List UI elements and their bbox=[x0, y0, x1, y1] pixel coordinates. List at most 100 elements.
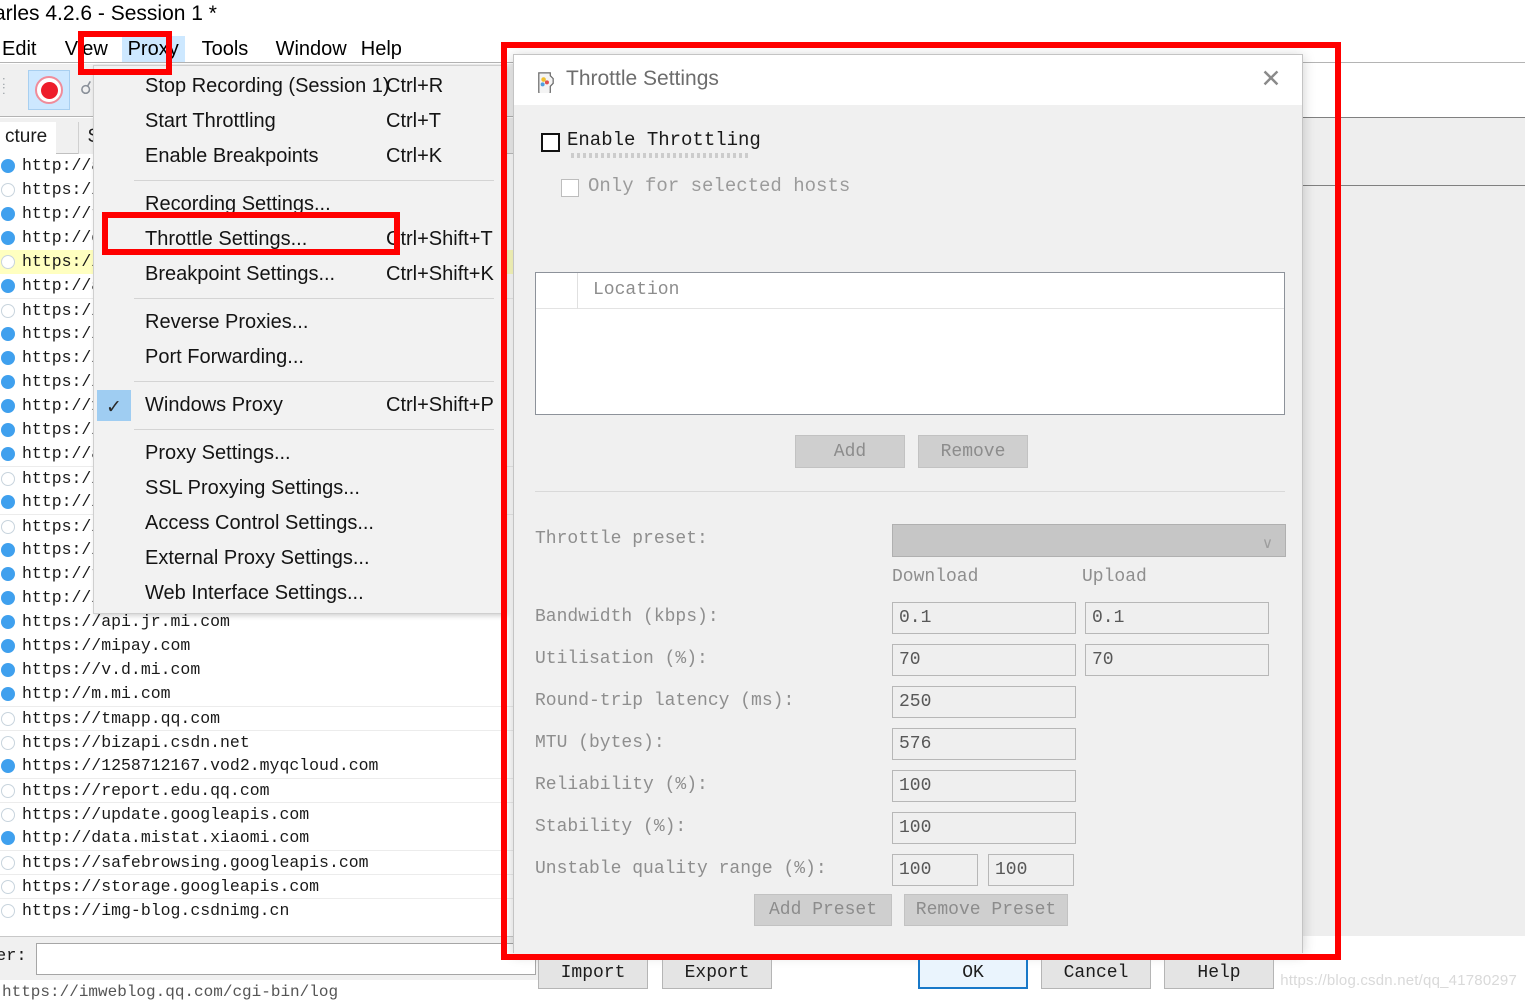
request-url: https://storage.googleapis.com bbox=[22, 877, 320, 896]
request-row[interactable]: https://tmapp.qq.com bbox=[0, 706, 548, 730]
request-row[interactable]: https://safebrowsing.googleapis.com bbox=[0, 850, 548, 874]
menu-help[interactable]: Help bbox=[355, 36, 408, 62]
filter-input[interactable] bbox=[36, 943, 536, 975]
request-row[interactable]: https://v.d.mi.com bbox=[0, 658, 548, 682]
request-row[interactable]: http://data.mistat.xiaomi.com bbox=[0, 826, 548, 850]
charles-jug-icon bbox=[538, 72, 554, 93]
tab-cture[interactable]: cture bbox=[0, 122, 57, 154]
request-status-icon bbox=[1, 567, 15, 581]
field-label: Unstable quality range (%): bbox=[535, 859, 827, 879]
remove-location-button[interactable]: Remove bbox=[918, 435, 1028, 468]
menu-item-proxy-settings[interactable]: Proxy Settings... bbox=[94, 436, 504, 471]
request-status-icon bbox=[1, 880, 15, 894]
field-upload-input[interactable]: 0.1 bbox=[1085, 602, 1269, 634]
request-status-icon bbox=[1, 375, 15, 389]
menu-item-throttle-settings[interactable]: Throttle Settings... Ctrl+Shift+T bbox=[94, 222, 504, 257]
field-download-input[interactable]: 576 bbox=[892, 728, 1076, 760]
menu-item-enable-breakpoints[interactable]: Enable Breakpoints Ctrl+K bbox=[94, 139, 504, 174]
remove-preset-button[interactable]: Remove Preset bbox=[904, 894, 1068, 926]
field-download-input[interactable]: 70 bbox=[892, 644, 1076, 676]
field-download-input[interactable]: 250 bbox=[892, 686, 1076, 718]
close-icon[interactable]: ✕ bbox=[1256, 65, 1286, 95]
filter-label: er: bbox=[0, 947, 27, 966]
field-download-input[interactable]: 100 bbox=[892, 812, 1076, 844]
request-row[interactable]: https://bizapi.csdn.net bbox=[0, 730, 548, 754]
add-location-button[interactable]: Add bbox=[795, 435, 905, 468]
request-row[interactable]: https://storage.googleapis.com bbox=[0, 874, 548, 898]
menu-item-label: Web Interface Settings... bbox=[145, 582, 364, 604]
request-url: https://v.d.mi.com bbox=[22, 660, 201, 679]
only-selected-hosts-checkbox[interactable] bbox=[561, 179, 579, 197]
proxy-dropdown-menu[interactable]: Stop Recording (Session 1) Ctrl+R Start Th… bbox=[93, 65, 505, 614]
request-url: https://img-blog.csdnimg.cn bbox=[22, 901, 290, 920]
request-status-icon bbox=[1, 183, 15, 197]
menu-separator bbox=[134, 429, 494, 430]
menu-item-breakpoint-settings[interactable]: Breakpoint Settings... Ctrl+Shift+K bbox=[94, 257, 504, 292]
request-status-icon bbox=[1, 615, 15, 629]
enable-throttling-label: Enable Throttling bbox=[567, 129, 761, 151]
request-status-icon bbox=[1, 808, 15, 822]
request-url: https://bizapi.csdn.net bbox=[22, 733, 250, 752]
column-header-location: Location bbox=[593, 280, 680, 300]
enable-throttling-checkbox[interactable] bbox=[541, 133, 560, 152]
request-status-icon bbox=[1, 831, 15, 845]
request-status-icon bbox=[1, 399, 15, 413]
field-upload-input[interactable]: 100 bbox=[988, 854, 1074, 886]
cancel-button[interactable]: Cancel bbox=[1041, 956, 1151, 989]
menu-edit[interactable]: Edit bbox=[0, 36, 42, 62]
add-preset-button[interactable]: Add Preset bbox=[754, 894, 892, 926]
request-status-icon bbox=[1, 591, 15, 605]
request-status-icon bbox=[1, 351, 15, 365]
menu-proxy[interactable]: Proxy bbox=[121, 36, 185, 62]
menu-item-recording-settings[interactable]: Recording Settings... bbox=[94, 187, 504, 222]
request-status-icon bbox=[1, 327, 15, 341]
field-label: Stability (%): bbox=[535, 817, 687, 837]
menu-item-windows-proxy[interactable]: ✓ Windows Proxy Ctrl+Shift+P bbox=[94, 388, 504, 423]
throttle-preset-select[interactable]: ∨ bbox=[892, 524, 1286, 557]
help-button[interactable]: Help bbox=[1164, 956, 1274, 989]
menu-separator bbox=[134, 298, 494, 299]
request-status-icon bbox=[1, 736, 15, 750]
field-download-input[interactable]: 100 bbox=[892, 770, 1076, 802]
request-status-icon bbox=[1, 159, 15, 173]
record-dot bbox=[40, 81, 58, 99]
field-download-input[interactable]: 0.1 bbox=[892, 602, 1076, 634]
request-row[interactable]: https://report.edu.qq.com bbox=[0, 778, 548, 802]
import-button[interactable]: Import bbox=[538, 956, 648, 989]
menu-item-shortcut: Ctrl+K bbox=[386, 145, 443, 167]
menu-window[interactable]: Window bbox=[270, 36, 353, 62]
request-row[interactable]: http://m.mi.com bbox=[0, 682, 548, 706]
request-row[interactable]: https://mipay.com bbox=[0, 634, 548, 658]
request-status-icon bbox=[1, 639, 15, 653]
export-button[interactable]: Export bbox=[662, 956, 772, 989]
request-status-icon bbox=[1, 495, 15, 509]
menu-item-label: Access Control Settings... bbox=[145, 512, 374, 534]
filter-bar: er: bbox=[0, 936, 548, 980]
menu-item-start-throttling[interactable]: Start Throttling Ctrl+T bbox=[94, 104, 504, 139]
menu-item-stop-recording-session-1[interactable]: Stop Recording (Session 1) Ctrl+R bbox=[94, 69, 504, 104]
menu-item-shortcut: Ctrl+Shift+P bbox=[386, 394, 494, 416]
request-row[interactable]: https://1258712167.vod2.myqcloud.com bbox=[0, 754, 548, 778]
menu-tools[interactable]: Tools bbox=[196, 36, 255, 62]
field-label: Round-trip latency (ms): bbox=[535, 691, 795, 711]
request-row[interactable]: https://update.googleapis.com bbox=[0, 802, 548, 826]
menu-item-ssl-proxying-settings[interactable]: SSL Proxying Settings... bbox=[94, 471, 504, 506]
record-toggle-button[interactable] bbox=[28, 70, 70, 110]
column-header-upload: Upload bbox=[1082, 567, 1147, 587]
menu-item-reverse-proxies[interactable]: Reverse Proxies... bbox=[94, 305, 504, 340]
field-download-input[interactable]: 100 bbox=[892, 854, 978, 886]
ok-button[interactable]: OK bbox=[918, 956, 1028, 989]
menu-view[interactable]: View bbox=[59, 36, 114, 62]
request-url: https://tmapp.qq.com bbox=[22, 709, 221, 728]
menu-item-shortcut: Ctrl+Shift+K bbox=[386, 263, 494, 285]
menu-item-shortcut: Ctrl+R bbox=[386, 75, 444, 97]
menu-item-web-interface-settings[interactable]: Web Interface Settings... bbox=[94, 576, 504, 611]
locations-table[interactable]: Location bbox=[535, 272, 1285, 415]
request-status-icon bbox=[1, 279, 15, 293]
request-status-icon bbox=[1, 712, 15, 726]
menu-item-port-forwarding[interactable]: Port Forwarding... bbox=[94, 340, 504, 375]
request-row[interactable]: https://img-blog.csdnimg.cn bbox=[0, 898, 548, 922]
field-upload-input[interactable]: 70 bbox=[1085, 644, 1269, 676]
menu-item-access-control-settings[interactable]: Access Control Settings... bbox=[94, 506, 504, 541]
menu-item-external-proxy-settings[interactable]: External Proxy Settings... bbox=[94, 541, 504, 576]
